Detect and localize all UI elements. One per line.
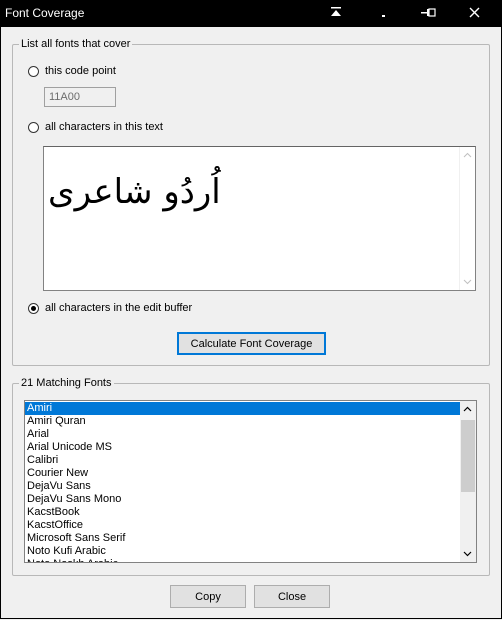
list-item[interactable]: KacstOffice xyxy=(25,519,461,532)
pin-button[interactable] xyxy=(406,0,450,27)
scroll-down-icon[interactable] xyxy=(463,549,472,558)
pin-icon xyxy=(421,8,436,17)
radio-edit-buffer-circle[interactable] xyxy=(28,302,39,314)
cover-options-legend: List all fonts that cover xyxy=(21,38,131,50)
close-button[interactable]: Close xyxy=(254,585,330,608)
fonts-scrollbar[interactable] xyxy=(460,401,476,562)
list-item[interactable]: Arial Unicode MS xyxy=(25,441,461,454)
list-item[interactable]: Noto Naskh Arabic xyxy=(25,558,461,562)
list-item[interactable]: Amiri Quran xyxy=(25,415,461,428)
window-title: Font Coverage xyxy=(5,6,85,20)
sample-text-area[interactable]: اُردُو شاعری xyxy=(43,146,476,291)
radio-code-point[interactable]: this code point xyxy=(28,63,116,79)
calculate-coverage-button[interactable]: Calculate Font Coverage xyxy=(177,332,326,355)
scroll-up-icon[interactable] xyxy=(463,405,472,414)
radio-text-label: all characters in this text xyxy=(45,121,163,133)
code-point-field[interactable]: 11A00 xyxy=(44,87,116,107)
radio-edit-buffer[interactable]: all characters in the edit buffer xyxy=(28,300,192,316)
fonts-listbox[interactable]: Amiri Amiri Quran Arial Arial Unicode MS Cal… xyxy=(24,400,477,563)
list-item[interactable]: KacstBook xyxy=(25,506,461,519)
list-item[interactable]: Noto Kufi Arabic xyxy=(25,545,461,558)
radio-text[interactable]: all characters in this text xyxy=(28,119,163,135)
list-item[interactable]: Microsoft Sans Serif xyxy=(25,532,461,545)
list-item[interactable]: Arial xyxy=(25,428,461,441)
radio-code-point-label: this code point xyxy=(45,65,116,77)
close-window-button[interactable] xyxy=(452,0,496,27)
scroll-thumb[interactable] xyxy=(461,420,475,492)
copy-button[interactable]: Copy xyxy=(170,585,246,608)
sample-text: اُردُو شاعری xyxy=(48,172,221,212)
title-bar: Font Coverage xyxy=(0,0,502,27)
fonts-list: Amiri Amiri Quran Arial Arial Unicode MS Cal… xyxy=(25,402,461,562)
close-icon xyxy=(469,7,480,18)
minimize-to-top-button[interactable] xyxy=(314,0,358,27)
matching-fonts-legend: 21 Matching Fonts xyxy=(21,377,112,389)
text-scrollbar[interactable] xyxy=(459,147,475,290)
list-item[interactable]: Amiri xyxy=(25,402,461,415)
radio-text-circle[interactable] xyxy=(28,121,39,133)
scroll-down-icon[interactable] xyxy=(463,277,472,286)
list-item[interactable]: Courier New xyxy=(25,467,461,480)
list-item[interactable]: DejaVu Sans xyxy=(25,480,461,493)
minimize-button[interactable] xyxy=(362,0,406,27)
radio-edit-buffer-label: all characters in the edit buffer xyxy=(45,302,193,314)
list-item[interactable]: Calibri xyxy=(25,454,461,467)
list-item[interactable]: DejaVu Sans Mono xyxy=(25,493,461,506)
minimize-icon xyxy=(382,15,385,17)
minimize-to-top-icon xyxy=(331,7,341,16)
scroll-up-icon[interactable] xyxy=(463,151,472,160)
radio-code-point-circle[interactable] xyxy=(28,65,39,77)
